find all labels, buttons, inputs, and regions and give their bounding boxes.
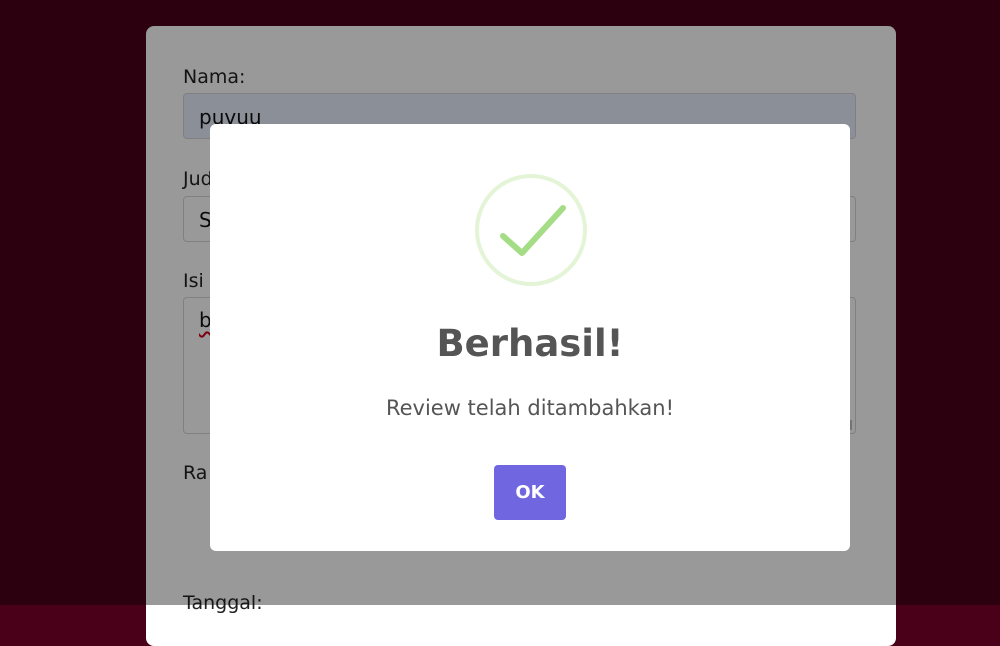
dialog-message: Review telah ditambahkan! — [385, 396, 675, 420]
success-dialog: Berhasil! Review telah ditambahkan! OK — [210, 124, 850, 551]
dialog-title: Berhasil! — [436, 322, 624, 365]
ok-button[interactable]: OK — [494, 465, 566, 520]
success-check-icon — [475, 174, 587, 286]
